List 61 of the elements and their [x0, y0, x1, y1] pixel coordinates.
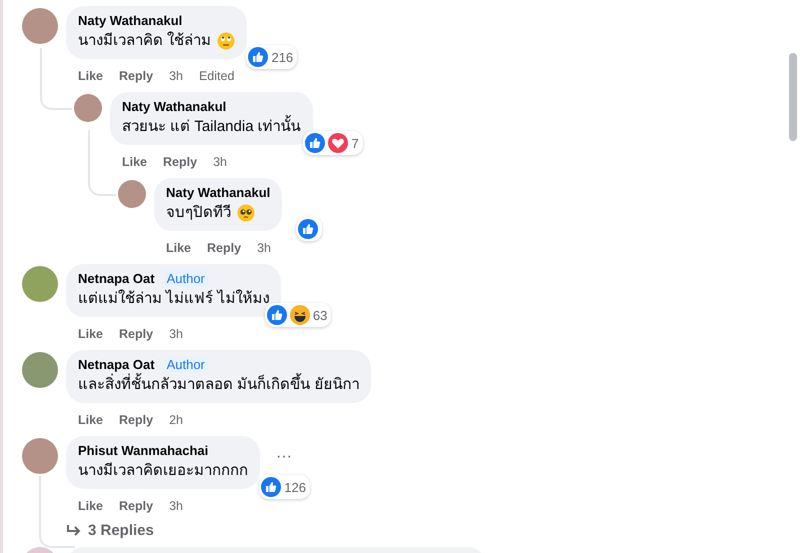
timestamp: 3h [213, 154, 227, 170]
reaction-badge[interactable]: 63 [264, 303, 332, 327]
avatar[interactable] [22, 438, 58, 474]
avatar[interactable] [74, 94, 102, 122]
author-name[interactable]: Phisut Wanmahachai [78, 443, 208, 458]
reaction-count: 216 [271, 50, 294, 64]
thumbs-up-icon [261, 477, 282, 497]
reply-link[interactable]: Reply [163, 154, 198, 170]
more-options-button[interactable]: ··· [272, 446, 296, 468]
comment-text: สวยนะ แต่ Tailandia เท่านั้น [122, 117, 301, 137]
thread-line [40, 48, 72, 110]
avatar[interactable] [22, 266, 58, 302]
reaction-badge[interactable]: 126 [259, 475, 310, 499]
author-name[interactable]: Naty Wathanakul [166, 185, 270, 200]
comment-text: และสิ่งที่ชั้นกลัวมาตลอด มันก็เกิดขึ้น ยัยนิกา [78, 375, 360, 395]
avatar[interactable] [118, 180, 146, 208]
avatar[interactable] [22, 8, 58, 44]
reaction-count: 7 [351, 136, 359, 150]
like-link[interactable]: Like [122, 154, 148, 170]
comment-text: นางมีเวลาคิดเยอะมากกกก [78, 461, 248, 481]
like-link[interactable]: Like [78, 326, 104, 342]
author-name[interactable]: Naty Wathanakul [122, 99, 226, 114]
reaction-badge[interactable]: 7 [303, 131, 363, 155]
reply-arrow-icon [66, 524, 82, 538]
like-link[interactable]: Like [78, 412, 104, 428]
thumbs-up-icon [298, 219, 318, 239]
edited-label: Edited [198, 68, 234, 84]
scrollbar-thumb[interactable] [789, 53, 797, 141]
thread-line [88, 130, 116, 196]
like-link[interactable]: Like [166, 240, 192, 256]
reply-link[interactable]: Reply [207, 240, 242, 256]
timestamp: 3h [169, 498, 183, 514]
comment-text: จบๆปิดทีวี [166, 203, 231, 223]
laughing-face-icon [290, 305, 310, 325]
timestamp: 3h [169, 68, 183, 84]
author-name[interactable]: Naty Wathanakul [78, 13, 182, 28]
avatar[interactable] [22, 352, 58, 388]
reaction-count: 126 [284, 480, 306, 494]
eye-roll-emoji-icon [217, 32, 236, 50]
author-badge: Author [162, 270, 209, 287]
timestamp: 2h [169, 412, 183, 428]
reply-link[interactable]: Reply [119, 326, 154, 342]
like-link[interactable]: Like [78, 498, 104, 514]
reply-link[interactable]: Reply [119, 412, 154, 428]
thumbs-up-icon [266, 305, 287, 325]
pleading-face-emoji-icon [237, 204, 255, 222]
reply-link[interactable]: Reply [119, 498, 154, 514]
like-link[interactable]: Like [78, 68, 104, 84]
reaction-badge[interactable] [296, 217, 322, 241]
author-badge: Author [162, 356, 209, 373]
author-name[interactable]: Netnapa Oat [78, 357, 155, 372]
author-name[interactable]: Netnapa Oat [78, 271, 155, 286]
thumbs-up-icon [305, 133, 326, 153]
reply-link[interactable]: Reply [119, 68, 154, 84]
timestamp: 3h [169, 326, 183, 342]
reaction-count: 63 [312, 308, 328, 322]
comment-text: นางมีเวลาคิด ใช้ล่าม [78, 31, 212, 51]
timestamp: 3h [257, 240, 271, 256]
thumbs-up-icon [248, 47, 268, 67]
view-replies-link[interactable]: 3 Replies [66, 522, 296, 545]
reaction-badge[interactable]: 216 [246, 45, 298, 69]
